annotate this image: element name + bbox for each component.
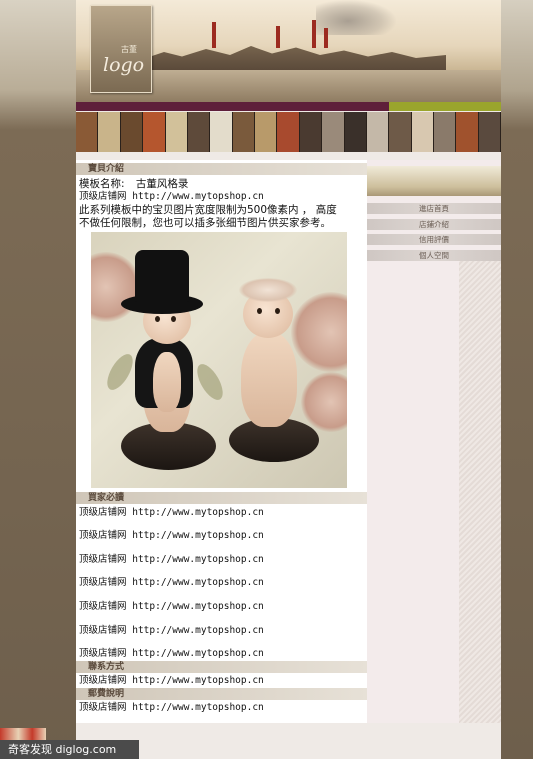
left-frame <box>0 0 76 759</box>
template-name: 古董风格录 <box>135 178 189 190</box>
sidebar: 進店首頁 店鋪介紹 信用評價 個人空間 <box>367 160 501 723</box>
logo[interactable]: 古董 logo <box>90 5 152 93</box>
thumbnail[interactable] <box>255 112 278 152</box>
thumbnail[interactable] <box>120 112 144 152</box>
doll-left-belly <box>153 352 181 412</box>
flower-decoration <box>301 372 347 432</box>
doll-eye <box>155 316 160 322</box>
city-skyline-image <box>146 46 446 70</box>
thumbnail[interactable] <box>277 112 300 152</box>
thumbnail[interactable] <box>478 112 502 152</box>
watermark-badge: 奇客发现 diglog.com <box>0 740 139 759</box>
section-title-contact: 聯系方式 <box>76 661 367 673</box>
buyer-link[interactable]: 顶级店铺网 http://www.mytopshop.cn <box>79 554 264 566</box>
shipping-link[interactable]: 顶级店铺网 http://www.mytopshop.cn <box>79 702 264 714</box>
section-title-intro: 寶貝介紹 <box>76 163 367 175</box>
color-band-green <box>389 102 501 111</box>
thumbnail[interactable] <box>232 112 255 152</box>
thumbnail[interactable] <box>389 112 412 152</box>
sidebar-nav-personal-space[interactable]: 個人空間 <box>367 250 501 261</box>
thumbnail[interactable] <box>210 112 233 152</box>
thumbnail[interactable] <box>366 112 390 152</box>
page-container: 古董 logo 寶貝介紹 模板名称: 古董风格录 顶级店铺网 http://ww… <box>76 0 502 759</box>
chimney-4 <box>324 28 328 48</box>
main-content: 寶貝介紹 模板名称: 古董风格录 顶级店铺网 http://www.mytops… <box>76 160 367 723</box>
shop-link[interactable]: 顶级店铺网 http://www.mytopshop.cn <box>79 191 264 203</box>
thumbnail[interactable] <box>434 112 457 152</box>
section-title-shipping: 郵費說明 <box>76 688 367 700</box>
leaf-decoration <box>102 350 138 394</box>
smoke-decoration <box>316 0 396 35</box>
buyer-link[interactable]: 顶级店铺网 http://www.mytopshop.cn <box>79 507 264 519</box>
logo-text: logo <box>103 54 145 76</box>
thumbnail[interactable] <box>411 112 434 152</box>
chimney-1 <box>212 22 216 48</box>
flower-decoration <box>91 252 141 322</box>
flower-decoration <box>291 292 347 372</box>
chimney-2 <box>276 26 280 48</box>
right-frame <box>501 0 533 759</box>
sidebar-nav-shop-intro[interactable]: 店鋪介紹 <box>367 219 501 230</box>
thumbnail-strip <box>76 112 502 152</box>
doll-eye <box>257 308 262 314</box>
sidebar-pattern <box>459 260 501 723</box>
buyer-link[interactable]: 顶级店铺网 http://www.mytopshop.cn <box>79 601 264 613</box>
thumbnail[interactable] <box>76 112 99 152</box>
sidebar-banner-image <box>367 166 501 196</box>
doll-eye <box>171 316 176 322</box>
thumbnail[interactable] <box>143 112 166 152</box>
top-hat <box>135 250 189 302</box>
description-line-1: 此系列模板中的宝贝图片宽度限制为500像素内 ， 高度 <box>79 204 337 216</box>
flower-crown <box>239 278 297 302</box>
watermark-decoration <box>0 728 46 740</box>
thumbnail[interactable] <box>344 112 367 152</box>
chimney-3 <box>312 20 316 48</box>
leaf-decoration <box>192 360 228 404</box>
buyer-link[interactable]: 顶级店铺网 http://www.mytopshop.cn <box>79 530 264 542</box>
thumbnail[interactable] <box>187 112 211 152</box>
section-title-buyer-notice: 買家必讀 <box>76 492 367 504</box>
sidebar-nav-ratings[interactable]: 信用評價 <box>367 234 501 245</box>
product-photo <box>91 232 347 488</box>
thumbnail[interactable] <box>98 112 121 152</box>
sidebar-nav-home[interactable]: 進店首頁 <box>367 203 501 214</box>
doll-right-body <box>241 332 297 427</box>
thumbnail[interactable] <box>456 112 479 152</box>
template-name-line: 模板名称: 古董风格录 <box>79 178 188 190</box>
description-line-2: 不做任何限制，您也可以插多张细节图片供买家参考。 <box>79 217 331 229</box>
buyer-link[interactable]: 顶级店铺网 http://www.mytopshop.cn <box>79 648 264 660</box>
thumbnail[interactable] <box>165 112 188 152</box>
header-banner: 古董 logo <box>76 0 501 102</box>
template-label: 模板名称: <box>79 178 125 190</box>
thumbnail[interactable] <box>322 112 345 152</box>
color-band-purple <box>76 102 389 111</box>
footer-area <box>76 723 501 759</box>
thumbnail[interactable] <box>299 112 323 152</box>
buyer-link[interactable]: 顶级店铺网 http://www.mytopshop.cn <box>79 625 264 637</box>
buyer-link[interactable]: 顶级店铺网 http://www.mytopshop.cn <box>79 577 264 589</box>
contact-link[interactable]: 顶级店铺网 http://www.mytopshop.cn <box>79 675 264 687</box>
doll-eye <box>275 308 280 314</box>
